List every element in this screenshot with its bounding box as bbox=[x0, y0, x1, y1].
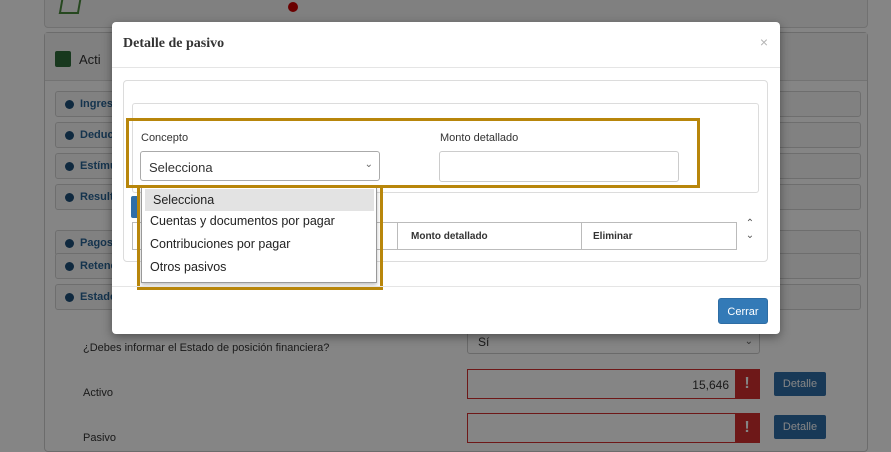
column-divider bbox=[397, 223, 398, 249]
column-divider bbox=[581, 223, 582, 249]
modal-footer-divider bbox=[112, 286, 780, 287]
chevron-down-icon[interactable]: ⌄ bbox=[744, 230, 756, 242]
chevron-up-icon[interactable]: ⌃ bbox=[744, 218, 756, 230]
close-icon[interactable]: × bbox=[760, 34, 768, 50]
th-monto: Monto detallado bbox=[411, 231, 488, 242]
highlight-box-dropdown bbox=[137, 185, 383, 290]
close-button[interactable]: Cerrar bbox=[718, 298, 768, 324]
highlight-box-form bbox=[126, 118, 700, 188]
table-scroll-arrows[interactable]: ⌃ ⌄ bbox=[744, 218, 756, 248]
modal-header: Detalle de pasivo × bbox=[112, 22, 780, 68]
detalle-pasivo-modal: Detalle de pasivo × Concepto Monto detal… bbox=[112, 22, 780, 334]
th-eliminar: Eliminar bbox=[593, 231, 633, 242]
modal-title: Detalle de pasivo bbox=[123, 36, 225, 51]
